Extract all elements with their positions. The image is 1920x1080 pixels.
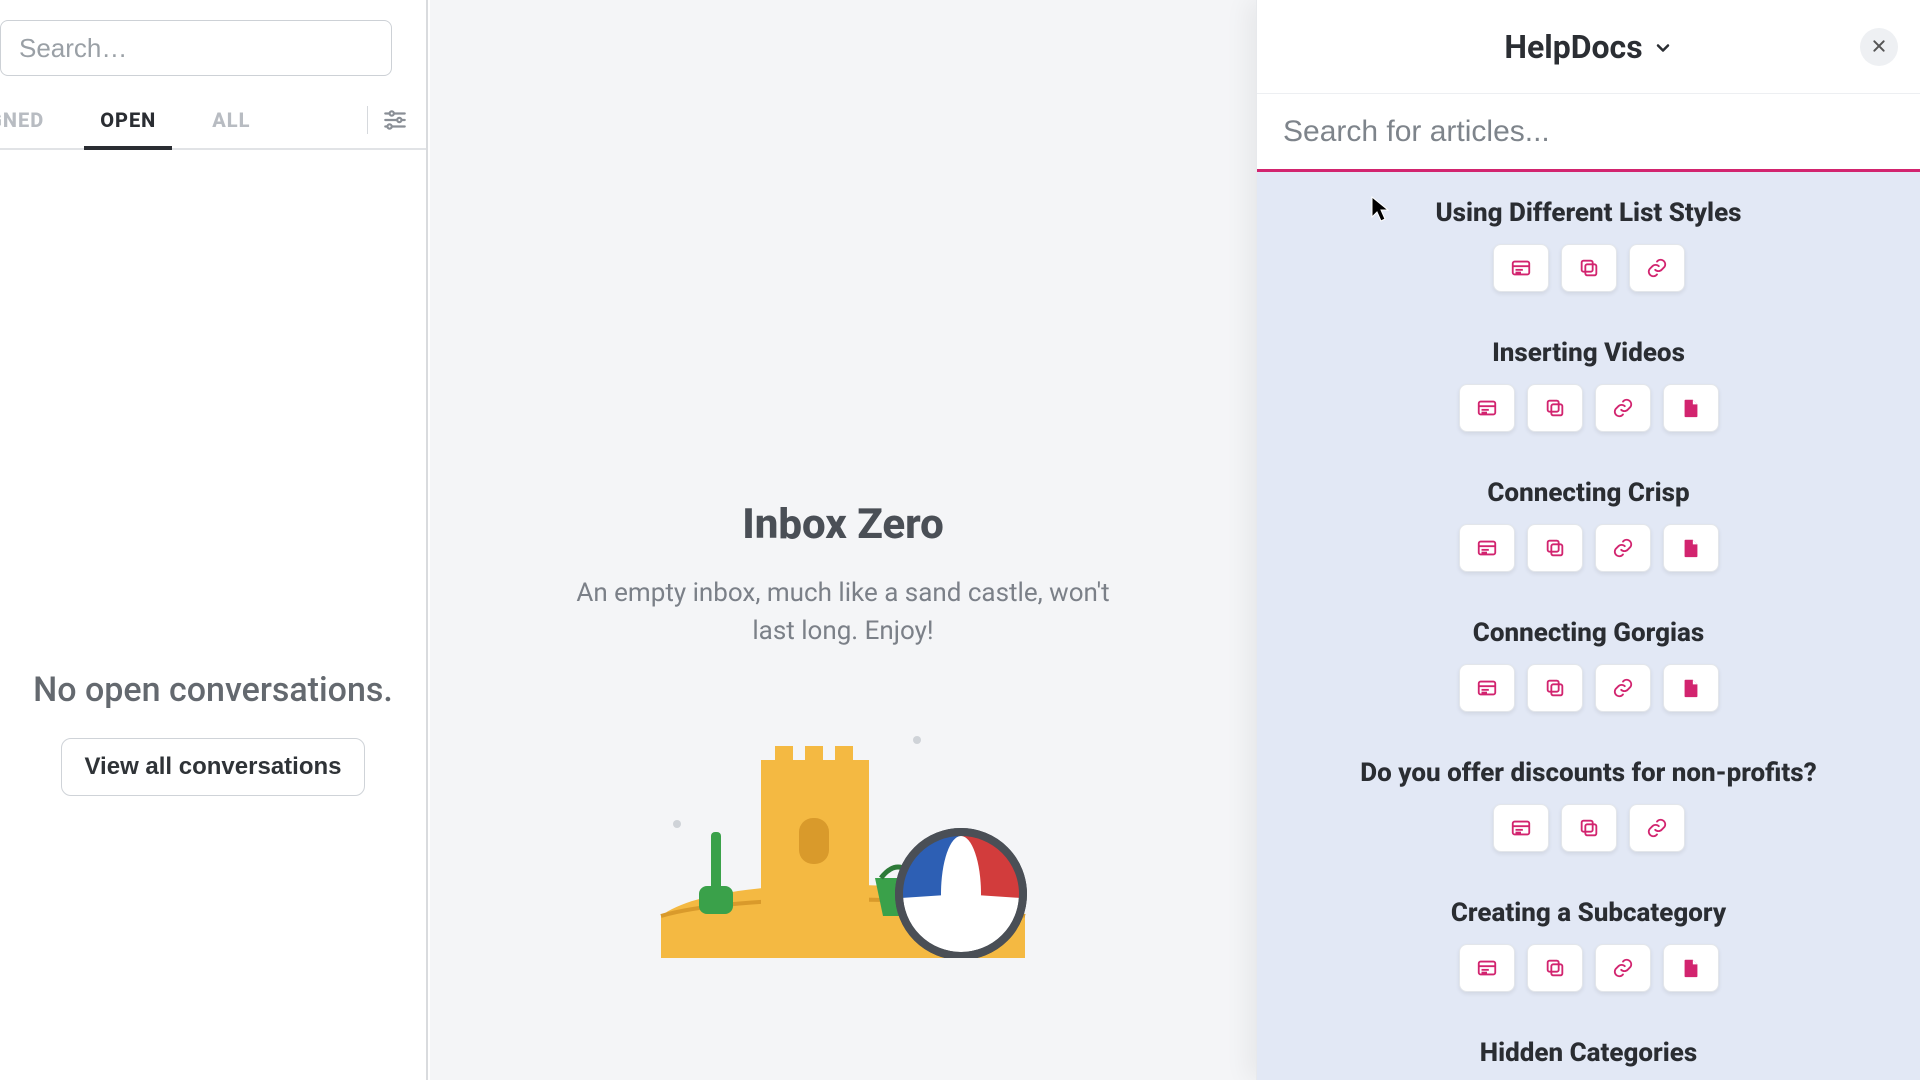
article-item: Hidden Categories <box>1267 1038 1910 1080</box>
article-icon-button[interactable] <box>1459 384 1515 432</box>
article-actions <box>1459 944 1719 992</box>
article-title: Inserting Videos <box>1267 338 1910 368</box>
article-icon-button[interactable] <box>1459 944 1515 992</box>
article-actions <box>1459 664 1719 712</box>
article-title: Using Different List Styles <box>1267 198 1910 228</box>
no-open-label: No open conversations. <box>8 670 418 710</box>
article-search <box>1257 94 1920 172</box>
copy-icon <box>1544 677 1566 699</box>
article-item: Creating a Subcategory <box>1267 898 1910 992</box>
copy-icon <box>1578 817 1600 839</box>
chevron-down-icon <box>1653 28 1673 66</box>
tab-all[interactable]: ALL <box>184 92 278 148</box>
inbox-zero-subtitle: An empty inbox, much like a sand castle,… <box>563 575 1123 650</box>
article-icon <box>1510 817 1532 839</box>
copy-icon-button[interactable] <box>1561 804 1617 852</box>
file-icon-button[interactable] <box>1663 524 1719 572</box>
tab-open[interactable]: OPEN <box>72 92 184 148</box>
article-icon <box>1476 397 1498 419</box>
file-icon-button[interactable] <box>1663 944 1719 992</box>
article-title: Connecting Crisp <box>1267 478 1910 508</box>
link-icon <box>1646 817 1668 839</box>
conversation-search-input[interactable] <box>0 20 392 76</box>
divider <box>367 106 368 134</box>
copy-icon-button[interactable] <box>1527 524 1583 572</box>
filter-icon[interactable] <box>382 107 408 133</box>
copy-icon-button[interactable] <box>1527 664 1583 712</box>
article-icon <box>1476 677 1498 699</box>
file-icon-button[interactable] <box>1663 664 1719 712</box>
file-icon-button[interactable] <box>1663 384 1719 432</box>
article-icon <box>1476 957 1498 979</box>
article-icon-button[interactable] <box>1493 244 1549 292</box>
link-icon <box>1612 397 1634 419</box>
link-icon-button[interactable] <box>1595 524 1651 572</box>
copy-icon <box>1544 397 1566 419</box>
copy-icon <box>1544 537 1566 559</box>
article-icon <box>1510 257 1532 279</box>
close-panel-button[interactable] <box>1860 28 1898 66</box>
file-icon <box>1680 537 1702 559</box>
tab-assigned[interactable]: ASSIGNED <box>0 92 72 148</box>
article-item: Connecting Crisp <box>1267 478 1910 572</box>
conversation-tabs: ASSIGNED OPEN ALL <box>0 92 426 150</box>
article-item: Using Different List Styles <box>1267 198 1910 292</box>
article-actions <box>1493 244 1685 292</box>
article-title: Connecting Gorgias <box>1267 618 1910 648</box>
inbox-empty-state: Inbox Zero An empty inbox, much like a s… <box>430 0 1256 1080</box>
view-all-conversations-button[interactable]: View all conversations <box>61 738 364 796</box>
sandcastle-illustration <box>653 698 1033 958</box>
article-search-input[interactable] <box>1283 115 1894 149</box>
article-icon <box>1476 537 1498 559</box>
copy-icon <box>1578 257 1600 279</box>
inbox-zero-title: Inbox Zero <box>742 500 944 549</box>
article-actions <box>1493 804 1685 852</box>
article-title: Creating a Subcategory <box>1267 898 1910 928</box>
helpdocs-title: HelpDocs <box>1504 28 1642 66</box>
link-icon <box>1612 537 1634 559</box>
file-icon <box>1680 397 1702 419</box>
link-icon <box>1646 257 1668 279</box>
helpdocs-dropdown[interactable]: HelpDocs <box>1504 28 1672 66</box>
link-icon-button[interactable] <box>1595 664 1651 712</box>
copy-icon <box>1544 957 1566 979</box>
close-icon <box>1871 35 1887 59</box>
copy-icon-button[interactable] <box>1561 244 1617 292</box>
link-icon <box>1612 957 1634 979</box>
article-title: Hidden Categories <box>1267 1038 1910 1068</box>
article-item: Connecting Gorgias <box>1267 618 1910 712</box>
file-icon <box>1680 677 1702 699</box>
copy-icon-button[interactable] <box>1527 384 1583 432</box>
file-icon <box>1680 957 1702 979</box>
article-item: Do you offer discounts for non-profits? <box>1267 758 1910 852</box>
link-icon-button[interactable] <box>1629 244 1685 292</box>
article-icon-button[interactable] <box>1459 664 1515 712</box>
article-list: Using Different List Styles Inserting Vid… <box>1257 172 1920 1080</box>
article-title: Do you offer discounts for non-profits? <box>1267 758 1910 788</box>
conversations-sidebar: ASSIGNED OPEN ALL No open conversations.… <box>0 0 428 1080</box>
link-icon <box>1612 677 1634 699</box>
article-actions <box>1459 524 1719 572</box>
helpdocs-panel: HelpDocs Using Different List Styles Inse… <box>1256 0 1920 1080</box>
article-icon-button[interactable] <box>1459 524 1515 572</box>
link-icon-button[interactable] <box>1595 944 1651 992</box>
article-actions <box>1459 384 1719 432</box>
article-item: Inserting Videos <box>1267 338 1910 432</box>
link-icon-button[interactable] <box>1595 384 1651 432</box>
link-icon-button[interactable] <box>1629 804 1685 852</box>
copy-icon-button[interactable] <box>1527 944 1583 992</box>
article-icon-button[interactable] <box>1493 804 1549 852</box>
